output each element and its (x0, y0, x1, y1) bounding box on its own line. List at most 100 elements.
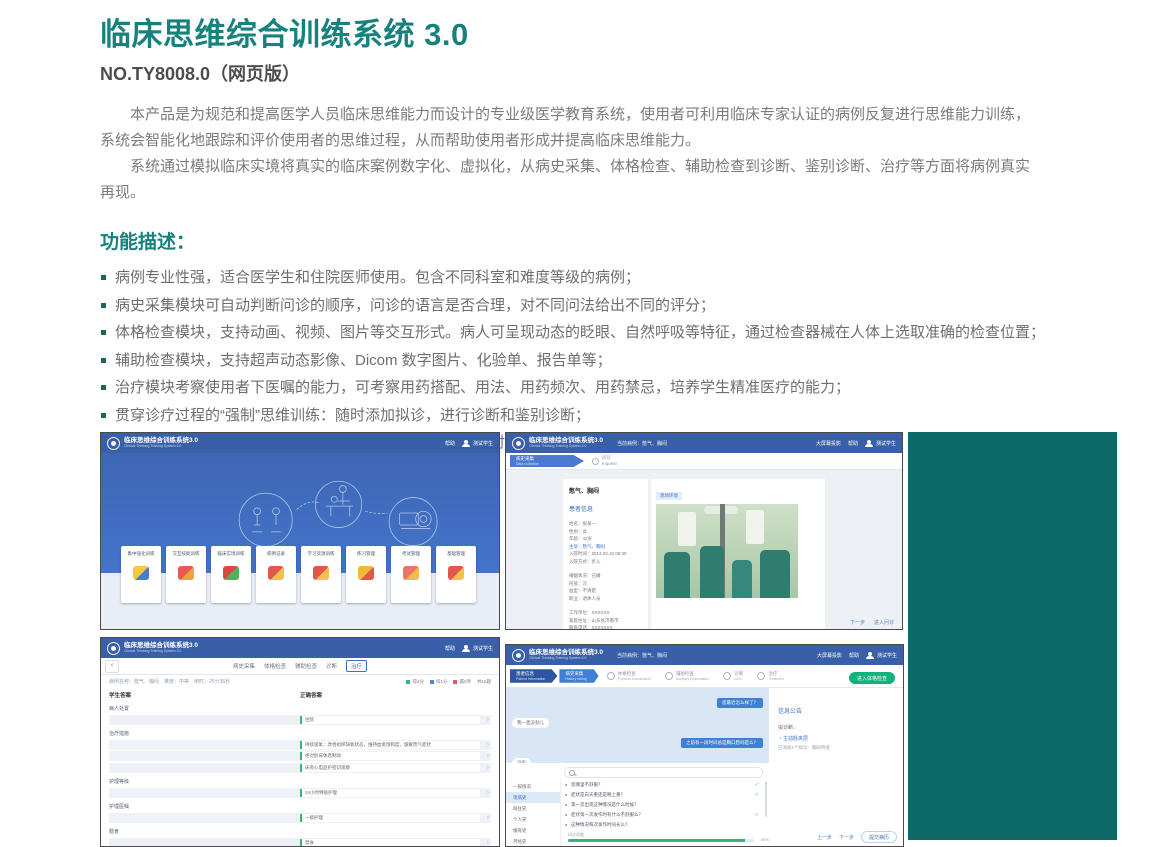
chevron-right-icon: › (487, 788, 489, 798)
submit-record-button[interactable]: 提交病历 (861, 831, 897, 843)
check-icon: ✓ (755, 780, 759, 790)
category-item[interactable]: 既往史 (506, 803, 560, 814)
correct-answer: 一级护理 (300, 814, 480, 822)
patient-bubble: 我一直没劲儿 (512, 718, 549, 728)
projection-link[interactable]: 大屏幕投影 (816, 440, 841, 447)
step-inquest[interactable]: 问诊 Inquest (592, 455, 617, 466)
brain-icon (133, 566, 149, 580)
group-label: 病人处置 (101, 701, 499, 713)
question-item[interactable]: 症状是白天重还是晚上重？✓ (564, 790, 761, 800)
step-treatment[interactable]: 治疗Treatment (751, 669, 790, 683)
feature-text: 治疗模块考察使用者下医嘱的能力，可考察用药搭配、用法、用药频次、用药禁忌，培养学… (115, 379, 850, 396)
current-case-label: 当前病例：憋气、胸闷 (617, 652, 667, 659)
patient-field: 年龄：42岁 (569, 535, 642, 543)
module-card[interactable]: 基础管理 (436, 546, 476, 603)
answer-row[interactable]: 住院 › (109, 715, 491, 725)
correct-answer: 住院 (300, 716, 480, 724)
answer-row[interactable]: 床旁心电监护密切观察› (109, 763, 491, 773)
back-button[interactable]: ‹ (105, 660, 119, 673)
surgeon-figure (760, 550, 790, 598)
question-item[interactable]: 症状第一次发作时有什么不舒服么？✓ (564, 810, 761, 820)
search-input[interactable] (578, 770, 758, 775)
answer-row[interactable]: 一级护理› (109, 813, 491, 823)
enter-physical-exam-button[interactable]: 进入体格检查 (849, 672, 895, 684)
user-menu[interactable]: 测试学生 (473, 440, 493, 447)
question-text: 症状第一次发作时有什么不舒服么？ (571, 812, 643, 817)
tab-diagnosis[interactable]: 诊断 (326, 662, 337, 670)
answer-row[interactable]: 绝对卧床休息制动› (109, 751, 491, 761)
screenshot-answer-review: 临床思维综合训练系统3.0 Clinical Thinking Training… (100, 637, 500, 847)
patient-info-panel: 憋气、胸闷 患者信息 姓名：张某一 性别：女 年龄：42岁 主诉：憋气、胸闷 入… (563, 479, 648, 630)
bullet-square-icon (101, 303, 106, 308)
help-link[interactable]: 帮助 (849, 652, 859, 659)
prev-button[interactable]: 上一步 (817, 834, 832, 841)
projection-link[interactable]: 大屏幕投影 (817, 652, 842, 659)
book-icon (268, 566, 284, 580)
module-card[interactable]: 学习资源训练 (301, 546, 341, 603)
stamp-icon (403, 566, 419, 580)
question-item[interactable]: 这种情况每次发作时间长么？ (564, 820, 761, 828)
category-item[interactable]: 个人史 (506, 814, 560, 825)
user-menu[interactable]: 测试学生 (876, 440, 896, 447)
surgeon-figure (700, 546, 724, 598)
module-card[interactable]: 集中强化训练 (121, 546, 161, 603)
step-diagnosis[interactable]: 诊断DDX (717, 669, 749, 683)
user-icon (462, 645, 470, 652)
category-item-active[interactable]: 现病史 (506, 792, 560, 803)
category-item[interactable]: 一般情况 (506, 781, 560, 792)
user-menu[interactable]: 测试学生 (877, 652, 897, 659)
tab-history[interactable]: 病史采集 (233, 662, 255, 670)
step-physical-exam[interactable]: 体格检查Physical Examination (601, 669, 657, 683)
doctor-bubble: 之前有一段时间总是胸口憋闷是么？ (681, 738, 763, 748)
screenshot-gallery: 临床思维综合训练系统3.0 Clinical Thinking Training… (100, 432, 1161, 846)
header-nav: 帮助 测试学生 (445, 645, 493, 652)
chat-icon (223, 566, 239, 580)
app-title-block: 临床思维综合训练系统3.0 Clinical Thinking Training… (124, 438, 198, 448)
student-answer-header: 学生答案 (109, 691, 300, 699)
score-legend: 得4分 扣1分 漏0项 共15题 (406, 679, 491, 685)
module-card[interactable]: 病例记录 (256, 546, 296, 603)
app-logo-icon (512, 437, 525, 450)
tab-auxiliary[interactable]: 辅助检查 (295, 662, 317, 670)
module-card[interactable]: 练习管理 (346, 546, 386, 603)
step-patient-info[interactable]: 患者信息Patient Information (510, 669, 557, 683)
bullet-square-icon (101, 275, 106, 280)
step-history-taking[interactable]: 病史采集History taking (559, 669, 598, 683)
step-auxiliary-exam[interactable]: 辅助检查Auxiliary Examination (659, 669, 715, 683)
help-link[interactable]: 帮助 (445, 440, 455, 447)
next-button[interactable]: 下一步 (839, 834, 854, 841)
answer-row[interactable]: 24小时特级护理› (109, 788, 491, 798)
app-logo-icon (512, 649, 525, 662)
help-link[interactable]: 帮助 (848, 440, 858, 447)
module-card[interactable]: 临床实境训练 (211, 546, 251, 603)
help-link[interactable]: 帮助 (445, 645, 455, 652)
feature-text: 贯穿诊疗过程的“强制”思维训练：随时添加拟诊，进行诊断和鉴别诊断； (115, 407, 590, 424)
next-step-button[interactable]: 下一步 (850, 619, 865, 626)
question-item[interactable]: 您哪里不舒服？✓ (564, 780, 761, 790)
app-logo-icon (107, 437, 120, 450)
step-circle-icon (607, 672, 615, 680)
user-menu[interactable]: 测试学生 (473, 645, 493, 652)
category-item[interactable]: 婚育史 (506, 825, 560, 836)
app-subtitle: Clinical Thinking Training System 3.0 (529, 445, 603, 449)
scrollbar[interactable] (765, 781, 767, 817)
enter-inquest-button[interactable]: 进入问诊 (874, 619, 894, 626)
footer-actions: 下一步 进入问诊 (850, 619, 894, 626)
tab-treatment[interactable]: 治疗 (346, 660, 367, 672)
chevron-right-icon: › (487, 715, 489, 725)
category-item[interactable]: 月经史 (506, 836, 560, 847)
progress-bar (568, 839, 754, 842)
bullet-square-icon (101, 385, 106, 390)
module-card[interactable]: 考试管理 (391, 546, 431, 603)
header-nav: 帮助 测试学生 (445, 440, 493, 447)
module-card-label: 学习资源训练 (308, 551, 335, 557)
answer-row[interactable]: 持续吸氧：改善组织缺氧状态，维持血氧饱和度，缓解憋气症状› (109, 740, 491, 750)
question-item[interactable]: 第一次出现这种情况是什么时候？ (564, 800, 761, 810)
step-data-collection[interactable]: 病史采集 Data collection (510, 455, 584, 467)
tentative-diagnosis-label: 拟诊断： (778, 724, 892, 731)
tab-physical[interactable]: 体格检查 (264, 662, 286, 670)
module-card-label: 交互技能训练 (173, 551, 200, 557)
patient-field: 性别：女 (569, 528, 642, 536)
question-search[interactable] (564, 767, 763, 778)
module-card[interactable]: 交互技能训练 (166, 546, 206, 603)
